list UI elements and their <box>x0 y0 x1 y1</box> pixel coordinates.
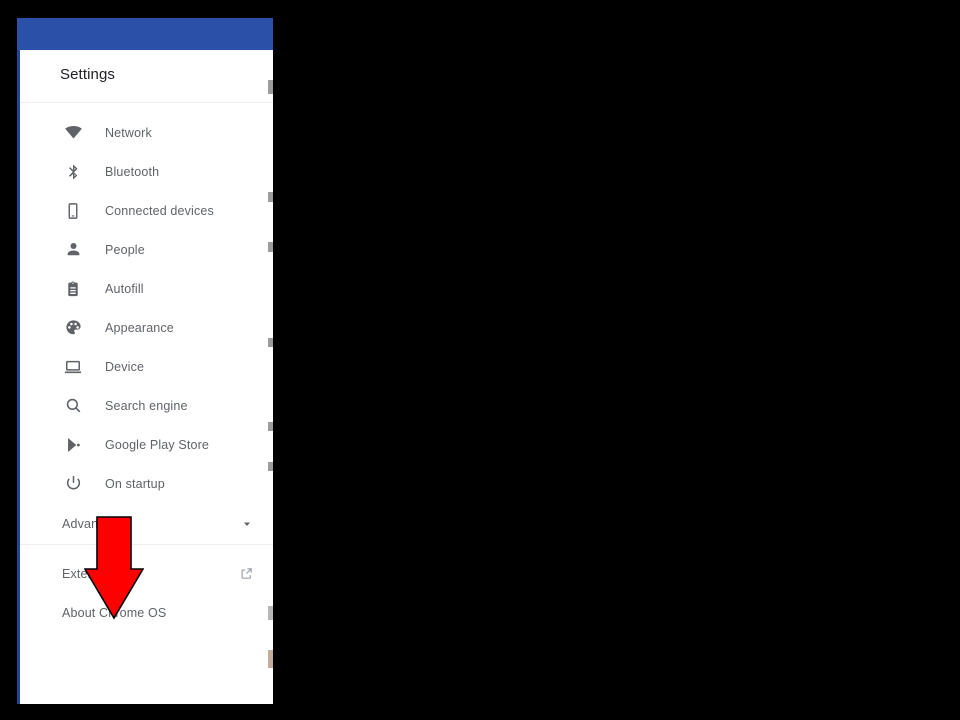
sidebar-item-label: Connected devices <box>105 203 214 218</box>
sidebar-item-label: Appearance <box>105 320 174 335</box>
magnifier-icon <box>61 394 85 418</box>
chevron-down-icon[interactable] <box>240 517 254 531</box>
external-link-icon[interactable] <box>238 566 254 582</box>
content-edge-sliver <box>268 80 273 94</box>
sidebar-footer: Extensions About Chrome OS <box>20 545 273 632</box>
content-edge-sliver <box>268 606 273 620</box>
settings-page-body: Settings Network Bluetooth Connected dev… <box>20 50 273 704</box>
sidebar-item-label: About Chrome OS <box>62 605 167 620</box>
sidebar-item-network[interactable]: Network <box>20 113 273 152</box>
sidebar-item-label: On startup <box>105 476 165 491</box>
screenshot-canvas: Settings Network Bluetooth Connected dev… <box>0 0 960 720</box>
sidebar-item-people[interactable]: People <box>20 230 273 269</box>
page-title: Settings <box>60 66 115 83</box>
sidebar-item-about-chrome-os[interactable]: About Chrome OS <box>20 593 273 632</box>
sidebar-item-device[interactable]: Device <box>20 347 273 386</box>
palette-icon <box>61 316 85 340</box>
sidebar-item-extensions[interactable]: Extensions <box>20 554 273 593</box>
sidebar-item-label: Search engine <box>105 398 188 413</box>
sidebar-item-label: Network <box>105 125 152 140</box>
person-icon <box>61 238 85 262</box>
content-edge-sliver <box>268 338 273 347</box>
settings-header: Settings <box>20 50 273 103</box>
content-edge-sliver <box>268 422 273 431</box>
content-edge-sliver <box>268 650 273 668</box>
sidebar-item-label: Autofill <box>105 281 144 296</box>
sidebar-item-autofill[interactable]: Autofill <box>20 269 273 308</box>
laptop-icon <box>61 355 85 379</box>
sidebar-item-search-engine[interactable]: Search engine <box>20 386 273 425</box>
sidebar-item-label: Google Play Store <box>105 437 209 452</box>
sidebar-item-connected-devices[interactable]: Connected devices <box>20 191 273 230</box>
sidebar-item-label: Bluetooth <box>105 164 160 179</box>
sidebar-item-label: People <box>105 242 145 257</box>
settings-sidebar-nav: Network Bluetooth Connected devices Peop… <box>20 103 273 503</box>
content-edge-sliver <box>268 192 273 202</box>
sidebar-item-label: Extensions <box>62 566 125 581</box>
phone-icon <box>61 199 85 223</box>
content-edge-sliver <box>268 462 273 471</box>
sidebar-item-appearance[interactable]: Appearance <box>20 308 273 347</box>
google-play-icon <box>61 433 85 457</box>
sidebar-item-bluetooth[interactable]: Bluetooth <box>20 152 273 191</box>
sidebar-item-google-play-store[interactable]: Google Play Store <box>20 425 273 464</box>
wifi-icon <box>61 121 85 145</box>
sidebar-item-on-startup[interactable]: On startup <box>20 464 273 503</box>
settings-window: Settings Network Bluetooth Connected dev… <box>17 18 273 704</box>
sidebar-item-label: Device <box>105 359 145 374</box>
sidebar-item-advanced[interactable]: Advanced <box>20 503 273 545</box>
bluetooth-icon <box>61 160 85 184</box>
content-edge-sliver <box>268 242 273 252</box>
browser-title-bar[interactable] <box>17 18 273 50</box>
clipboard-icon <box>61 277 85 301</box>
power-icon <box>61 472 85 496</box>
sidebar-item-label: Advanced <box>62 516 119 531</box>
